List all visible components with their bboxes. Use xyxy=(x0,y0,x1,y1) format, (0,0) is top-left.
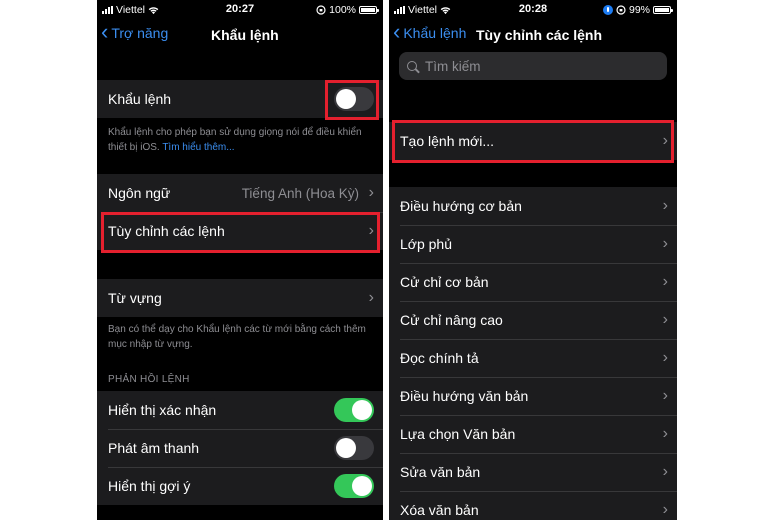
vocabulary-group: Từ vựng › xyxy=(97,279,383,317)
command-category-row[interactable]: Sửa văn bản › xyxy=(389,453,677,491)
microphone-icon xyxy=(602,5,613,15)
command-category-row[interactable]: Điều hướng cơ bản › xyxy=(389,187,677,225)
toggle-knob xyxy=(352,476,372,496)
command-category-row[interactable]: Đọc chính tả › xyxy=(389,339,677,377)
page-title: Khẩu lệnh xyxy=(211,27,279,43)
chevron-right-icon: › xyxy=(662,349,668,366)
feedback-group: Hiển thị xác nhận Phát âm thanh Hiển thị… xyxy=(97,391,383,505)
show-confirmation-toggle[interactable] xyxy=(334,398,374,422)
command-category-label: Cử chỉ cơ bản xyxy=(400,274,489,290)
page-title: Tùy chỉnh các lệnh xyxy=(476,27,603,43)
battery-icon xyxy=(653,6,673,14)
language-label: Ngôn ngữ xyxy=(108,185,171,201)
command-category-label: Xóa văn bản xyxy=(400,502,479,518)
battery-icon xyxy=(359,6,379,14)
chevron-right-icon: › xyxy=(662,501,668,518)
command-category-row[interactable]: Cử chỉ cơ bản › xyxy=(389,263,677,301)
back-button[interactable]: ‹ Trợ năng xyxy=(101,19,169,44)
command-category-row[interactable]: Xóa văn bản › xyxy=(389,491,677,520)
chevron-right-icon: › xyxy=(662,425,668,442)
back-label: Trợ năng xyxy=(111,25,169,41)
highlight-box-create xyxy=(392,120,674,163)
learn-more-link[interactable]: Tìm hiểu thêm... xyxy=(162,142,234,153)
status-bar: Viettel 20:27 100% xyxy=(97,0,383,20)
vocabulary-label: Từ vựng xyxy=(108,290,162,306)
chevron-right-icon: › xyxy=(368,289,374,306)
chevron-right-icon: › xyxy=(368,184,374,201)
command-category-label: Lớp phủ xyxy=(400,236,453,252)
show-hints-row: Hiển thị gợi ý xyxy=(97,467,383,505)
voice-control-label: Khẩu lệnh xyxy=(108,91,172,107)
command-category-label: Cử chỉ nâng cao xyxy=(400,312,503,328)
language-value: Tiếng Anh (Hoa Kỳ) xyxy=(241,185,359,201)
toggle-knob xyxy=(352,400,372,420)
vocabulary-row[interactable]: Từ vựng › xyxy=(97,279,383,317)
show-confirmation-label: Hiển thị xác nhận xyxy=(108,402,217,418)
highlight-box-toggle xyxy=(325,80,379,120)
chevron-right-icon: › xyxy=(662,273,668,290)
search-icon xyxy=(407,61,417,71)
search-input[interactable] xyxy=(417,57,667,75)
show-hints-label: Hiển thị gợi ý xyxy=(108,478,191,494)
command-category-row[interactable]: Cử chỉ nâng cao › xyxy=(389,301,677,339)
chevron-right-icon: › xyxy=(662,235,668,252)
battery-percent: 100% xyxy=(329,4,356,16)
back-label: Khẩu lệnh xyxy=(403,25,467,41)
chevron-left-icon: ‹ xyxy=(393,19,401,44)
status-bar: Viettel 20:28 99% xyxy=(389,0,677,20)
show-confirmation-row: Hiển thị xác nhận xyxy=(97,391,383,429)
chevron-right-icon: › xyxy=(662,197,668,214)
show-hints-toggle[interactable] xyxy=(334,474,374,498)
navigation-bar: ‹ Trợ năng Khẩu lệnh xyxy=(97,20,383,50)
toggle-knob xyxy=(336,438,356,458)
chevron-right-icon: › xyxy=(662,387,668,404)
left-phone-screen: Viettel 20:27 100% ‹ Trợ năng Khẩu lệnh … xyxy=(97,0,383,520)
back-button[interactable]: ‹ Khẩu lệnh xyxy=(393,19,467,44)
vocabulary-footnote: Bạn có thể dạy cho Khẩu lệnh các từ mới … xyxy=(108,324,366,350)
command-category-label: Lựa chọn Văn bản xyxy=(400,426,516,442)
command-category-row[interactable]: Lớp phủ › xyxy=(389,225,677,263)
command-category-label: Đọc chính tả xyxy=(400,350,479,366)
play-sound-row: Phát âm thanh xyxy=(97,429,383,467)
orientation-lock-icon xyxy=(616,5,626,15)
voice-control-footnote: Khẩu lệnh cho phép bạn sử dụng giọng nói… xyxy=(108,125,369,155)
command-category-row[interactable]: Lựa chọn Văn bản › xyxy=(389,415,677,453)
command-category-label: Sửa văn bản xyxy=(400,464,481,480)
command-category-label: Điều hướng văn bản xyxy=(400,388,529,404)
command-category-row[interactable]: Điều hướng văn bản › xyxy=(389,377,677,415)
language-row[interactable]: Ngôn ngữ Tiếng Anh (Hoa Kỳ) › xyxy=(97,174,383,212)
battery-percent: 99% xyxy=(628,4,650,16)
highlight-box-customize xyxy=(101,212,380,253)
play-sound-label: Phát âm thanh xyxy=(108,440,200,456)
chevron-right-icon: › xyxy=(662,463,668,480)
chevron-left-icon: ‹ xyxy=(101,19,109,44)
command-categories-group: Điều hướng cơ bản › Lớp phủ › Cử chỉ cơ bản ›… xyxy=(389,187,677,520)
navigation-bar: ‹ Khẩu lệnh Tùy chỉnh các lệnh xyxy=(389,20,677,50)
feedback-section-header: PHẢN HỒI LỆNH xyxy=(108,374,190,385)
play-sound-toggle[interactable] xyxy=(334,436,374,460)
command-category-label: Điều hướng cơ bản xyxy=(400,198,522,214)
search-bar xyxy=(399,52,667,80)
orientation-lock-icon xyxy=(316,5,326,15)
right-phone-screen: Viettel 20:28 99% ‹ Khẩu lệnh Tùy chỉnh … xyxy=(389,0,677,520)
chevron-right-icon: › xyxy=(662,311,668,328)
